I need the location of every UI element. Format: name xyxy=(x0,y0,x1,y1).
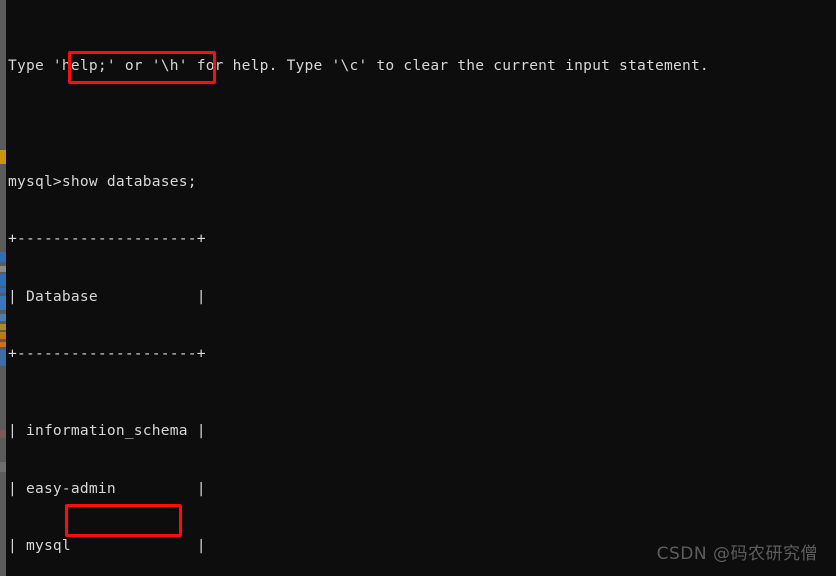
gutter-mark xyxy=(0,266,6,272)
csdn-watermark: CSDN @码农研究僧 xyxy=(656,544,818,564)
gutter-mark xyxy=(0,274,6,286)
table-border-mid: +--------------------+ xyxy=(8,345,206,363)
gutter-mark xyxy=(0,288,6,293)
gutter-mark xyxy=(0,324,6,330)
gutter-mark xyxy=(0,350,6,366)
gutter-mark xyxy=(0,430,6,438)
table-row: | information_schema | xyxy=(8,422,206,440)
mysql-terminal-window: Type 'help;' or '\h' for help. Type '\c'… xyxy=(0,0,836,576)
command-text-show-databases: show databases; xyxy=(61,172,197,190)
table-border-top: +--------------------+ xyxy=(8,230,206,248)
prompt-label: mysql> xyxy=(8,172,62,190)
command-line-show-databases: mysql>show databases; xyxy=(8,172,836,191)
gutter-mark xyxy=(0,150,6,164)
gutter-mark xyxy=(0,342,6,347)
terminal-output-area[interactable]: Type 'help;' or '\h' for help. Type '\c'… xyxy=(0,0,836,576)
table-header-row: | Database | xyxy=(8,287,206,305)
gutter-mark xyxy=(0,314,6,321)
gutter-mark xyxy=(0,252,6,262)
help-line: Type 'help;' or '\h' for help. Type '\c'… xyxy=(8,57,709,75)
gutter-mark xyxy=(0,332,6,339)
gutter-mark xyxy=(0,296,6,310)
gutter-mark xyxy=(0,462,6,472)
table-row: | easy-admin | xyxy=(8,479,206,497)
window-left-gutter xyxy=(0,0,6,576)
